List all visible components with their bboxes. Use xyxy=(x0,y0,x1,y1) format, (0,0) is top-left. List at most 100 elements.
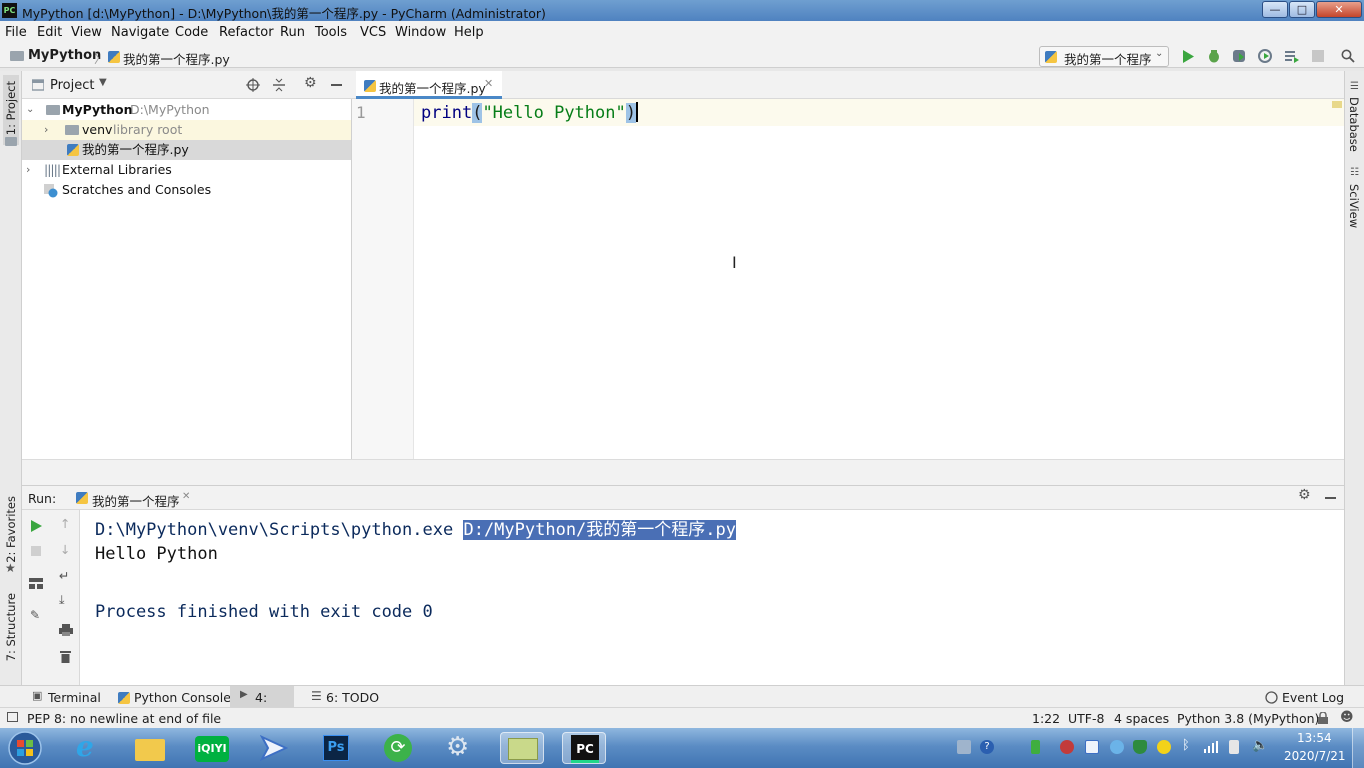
breadcrumb-file[interactable]: 我的第一个程序.py xyxy=(123,49,230,68)
soft-wrap-icon[interactable]: ↵ xyxy=(59,568,69,583)
caret-position[interactable]: 1:22 xyxy=(1032,711,1060,726)
hide-panel-icon[interactable] xyxy=(331,84,342,86)
warning-marker-icon[interactable] xyxy=(1332,101,1342,108)
device-tray-icon[interactable] xyxy=(1229,740,1239,754)
concurrency-icon[interactable] xyxy=(1284,49,1300,63)
refresh-tool-icon[interactable]: ⟳ xyxy=(376,732,420,764)
minimize-button[interactable]: — xyxy=(1262,1,1288,18)
search-icon[interactable] xyxy=(1341,49,1355,63)
favorites-tool-tab[interactable]: 2: Favorites xyxy=(4,496,18,563)
database-tool-tab[interactable]: Database xyxy=(1347,97,1361,152)
close-button[interactable]: ✕ xyxy=(1316,1,1362,18)
collapse-all-icon[interactable] xyxy=(273,78,285,92)
bluetooth-tray-icon[interactable]: ᛒ xyxy=(1182,738,1190,753)
print-icon[interactable] xyxy=(59,624,73,636)
collapse-chevron-icon[interactable]: › xyxy=(44,120,48,140)
photoshop-icon[interactable]: Ps xyxy=(314,732,358,764)
hide-panel-icon[interactable] xyxy=(1325,497,1336,499)
collapse-chevron-icon[interactable]: › xyxy=(26,160,30,180)
menu-view[interactable]: View xyxy=(71,25,102,40)
tab-terminal[interactable]: Terminal xyxy=(48,690,101,705)
feishu-icon[interactable] xyxy=(252,732,296,764)
run-tab-label[interactable]: 我的第一个程序 xyxy=(92,491,180,510)
clock-date[interactable]: 2020/7/21 xyxy=(1284,749,1346,763)
sciview-tool-tab[interactable]: SciView xyxy=(1347,184,1361,228)
addon-tray-icon[interactable] xyxy=(1157,740,1171,754)
menu-edit[interactable]: Edit xyxy=(37,25,62,40)
volume-tray-icon[interactable]: 🔈 xyxy=(1252,738,1268,753)
rerun-icon[interactable] xyxy=(31,520,42,532)
structure-tool-tab[interactable]: 7: Structure xyxy=(4,593,18,661)
expand-chevron-icon[interactable]: ⌄ xyxy=(26,100,34,120)
feishu-tray-icon[interactable] xyxy=(1085,740,1099,754)
menu-code[interactable]: Code xyxy=(175,25,208,40)
down-arrow-icon[interactable]: ↓ xyxy=(60,542,70,557)
file-encoding[interactable]: UTF-8 xyxy=(1068,711,1104,726)
output-script-path[interactable]: D:/MyPython/我的第一个程序.py xyxy=(463,520,736,540)
stop-icon[interactable] xyxy=(31,546,41,556)
up-arrow-icon[interactable]: ↑ xyxy=(60,516,70,531)
notes-icon[interactable] xyxy=(500,732,544,764)
scroll-to-end-icon[interactable]: ⤓ xyxy=(59,592,65,608)
menu-navigate[interactable]: Navigate xyxy=(111,25,169,40)
record-tray-icon[interactable] xyxy=(1060,740,1074,754)
tree-item-scratches[interactable]: Scratches and Consoles xyxy=(22,180,351,200)
run-icon[interactable] xyxy=(1182,50,1195,63)
windows-start-icon[interactable] xyxy=(6,730,44,766)
signal-tray-icon[interactable] xyxy=(1204,741,1218,753)
tab-python-console[interactable]: Python Console xyxy=(134,690,231,705)
menu-file[interactable]: File xyxy=(5,25,27,40)
run-config-dropdown[interactable]: 我的第一个程序 ⌄ xyxy=(1039,46,1169,67)
tab-todo[interactable]: 6: TODO xyxy=(326,690,379,705)
close-tab-icon[interactable]: ✕ xyxy=(484,77,493,90)
show-desktop-button[interactable] xyxy=(1352,728,1364,768)
project-tool-tab[interactable]: 1: Project xyxy=(3,75,19,145)
battery-tray-icon[interactable] xyxy=(1031,740,1040,754)
help-tray-icon[interactable]: ? xyxy=(980,740,994,754)
gear-icon[interactable]: ⚙ xyxy=(304,75,317,91)
clock-time[interactable]: 13:54 xyxy=(1297,731,1332,745)
tree-item-venv[interactable]: › venv library root xyxy=(22,120,351,140)
menu-run[interactable]: Run xyxy=(280,25,305,40)
project-panel-title[interactable]: Project xyxy=(50,78,94,93)
pycharm-taskbar-icon[interactable]: PC xyxy=(562,732,606,764)
profile-icon[interactable] xyxy=(1258,49,1272,63)
status-panel-icon[interactable] xyxy=(7,712,18,722)
stop-icon[interactable] xyxy=(1312,50,1324,62)
internet-explorer-icon[interactable]: e xyxy=(66,730,110,764)
editor-tab[interactable]: 我的第一个程序.py ✕ xyxy=(356,71,502,99)
lock-icon[interactable] xyxy=(1318,712,1328,724)
close-run-tab-icon[interactable]: ✕ xyxy=(182,491,190,502)
network-tray-icon[interactable] xyxy=(1110,740,1124,754)
breadcrumb-project[interactable]: MyPython xyxy=(28,48,101,63)
code-line[interactable]: print("Hello Python") xyxy=(421,102,638,123)
trash-icon[interactable] xyxy=(60,650,71,663)
menu-vcs[interactable]: VCS xyxy=(360,25,386,40)
shield-tray-icon[interactable] xyxy=(1133,740,1147,754)
locate-file-icon[interactable] xyxy=(246,78,260,92)
menu-help[interactable]: Help xyxy=(454,25,484,40)
scratches-icon xyxy=(44,184,58,198)
tab-event-log[interactable]: Event Log xyxy=(1282,690,1344,705)
menu-window[interactable]: Window xyxy=(395,25,446,40)
file-explorer-icon[interactable] xyxy=(128,732,172,764)
interpreter[interactable]: Python 3.8 (MyPython) xyxy=(1177,711,1319,726)
debug-icon[interactable] xyxy=(1207,49,1221,63)
tree-item-file[interactable]: 我的第一个程序.py xyxy=(22,140,351,160)
project-view-chevron-icon[interactable]: ▼ xyxy=(99,77,107,88)
iqiyi-icon[interactable]: iQIYI xyxy=(190,732,234,764)
run-with-coverage-icon[interactable] xyxy=(1232,49,1246,63)
tab-run[interactable]: ▶ 4: Run xyxy=(230,686,294,720)
settings-tool-icon[interactable]: ⚙ xyxy=(438,732,482,764)
inspector-icon[interactable]: ☻ xyxy=(1340,710,1354,725)
maximize-button[interactable]: □ xyxy=(1289,1,1315,18)
tree-item-root[interactable]: ⌄ MyPython D:\MyPython xyxy=(22,100,351,120)
menu-refactor[interactable]: Refactor xyxy=(219,25,274,40)
keyboard-tray-icon[interactable] xyxy=(957,740,971,754)
pin-icon[interactable]: ✎ xyxy=(30,608,40,622)
menu-tools[interactable]: Tools xyxy=(315,25,347,40)
indent-setting[interactable]: 4 spaces xyxy=(1114,711,1169,726)
layout-icon[interactable] xyxy=(29,578,43,589)
tree-item-external-libraries[interactable]: › ||||| External Libraries xyxy=(22,160,351,180)
gear-icon[interactable]: ⚙ xyxy=(1298,487,1311,503)
